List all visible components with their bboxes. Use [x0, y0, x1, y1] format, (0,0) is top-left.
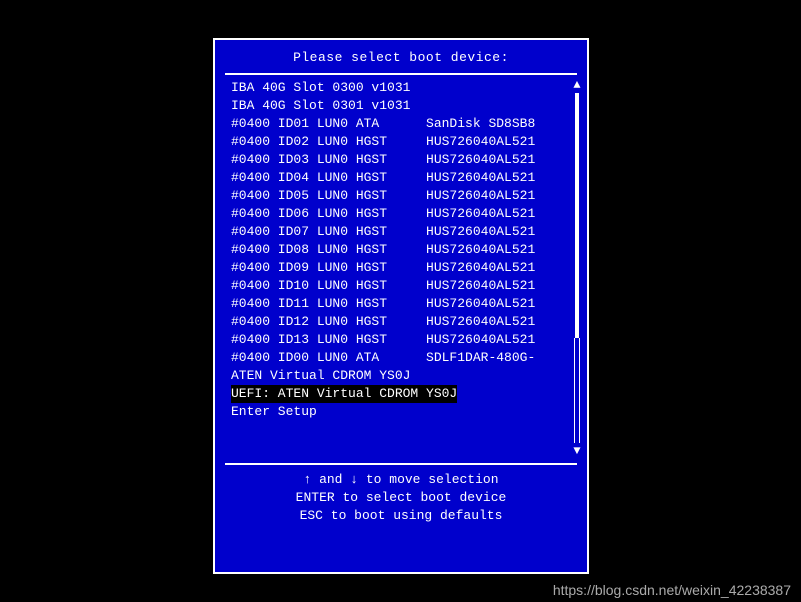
scroll-track[interactable] [575, 93, 579, 443]
boot-item-14[interactable]: #0400 ID13 LUN0 HGST HUS726040AL521 [231, 331, 567, 349]
boot-item-2[interactable]: #0400 ID01 LUN0 ATA SanDisk SD8SB8 [231, 115, 567, 133]
boot-item-16[interactable]: ATEN Virtual CDROM YS0J [231, 367, 567, 385]
boot-item-5[interactable]: #0400 ID04 LUN0 HGST HUS726040AL521 [231, 169, 567, 187]
boot-device-dialog: Please select boot device: IBA 40G Slot … [213, 38, 589, 574]
watermark-text: https://blog.csdn.net/weixin_42238387 [553, 582, 791, 598]
boot-item-0[interactable]: IBA 40G Slot 0300 v1031 [231, 79, 567, 97]
boot-item-11[interactable]: #0400 ID10 LUN0 HGST HUS726040AL521 [231, 277, 567, 295]
boot-item-17[interactable]: UEFI: ATEN Virtual CDROM YS0J [231, 385, 457, 403]
boot-item-4[interactable]: #0400 ID03 LUN0 HGST HUS726040AL521 [231, 151, 567, 169]
scroll-down-icon[interactable]: ▼ [573, 445, 580, 457]
boot-item-13[interactable]: #0400 ID12 LUN0 HGST HUS726040AL521 [231, 313, 567, 331]
dialog-title: Please select boot device: [215, 40, 587, 73]
scroll-up-icon[interactable]: ▲ [573, 79, 580, 91]
boot-item-18[interactable]: Enter Setup [231, 403, 567, 421]
boot-item-8[interactable]: #0400 ID07 LUN0 HGST HUS726040AL521 [231, 223, 567, 241]
boot-item-15[interactable]: #0400 ID00 LUN0 ATA SDLF1DAR-480G- [231, 349, 567, 367]
boot-item-10[interactable]: #0400 ID09 LUN0 HGST HUS726040AL521 [231, 259, 567, 277]
hint-esc: ESC to boot using defaults [215, 507, 587, 525]
boot-item-9[interactable]: #0400 ID08 LUN0 HGST HUS726040AL521 [231, 241, 567, 259]
hint-move: ↑ and ↓ to move selection [215, 471, 587, 489]
boot-item-3[interactable]: #0400 ID02 LUN0 HGST HUS726040AL521 [231, 133, 567, 151]
boot-item-1[interactable]: IBA 40G Slot 0301 v1031 [231, 97, 567, 115]
boot-device-list[interactable]: IBA 40G Slot 0300 v1031IBA 40G Slot 0301… [231, 79, 571, 457]
dialog-footer: ↑ and ↓ to move selection ENTER to selec… [215, 465, 587, 535]
scrollbar[interactable]: ▲ ▼ [571, 79, 585, 457]
bios-screen: Please select boot device: IBA 40G Slot … [0, 0, 801, 602]
hint-enter: ENTER to select boot device [215, 489, 587, 507]
boot-item-12[interactable]: #0400 ID11 LUN0 HGST HUS726040AL521 [231, 295, 567, 313]
boot-item-6[interactable]: #0400 ID05 LUN0 HGST HUS726040AL521 [231, 187, 567, 205]
scroll-thumb[interactable] [574, 338, 580, 443]
boot-item-7[interactable]: #0400 ID06 LUN0 HGST HUS726040AL521 [231, 205, 567, 223]
dialog-body: IBA 40G Slot 0300 v1031IBA 40G Slot 0301… [215, 75, 587, 457]
